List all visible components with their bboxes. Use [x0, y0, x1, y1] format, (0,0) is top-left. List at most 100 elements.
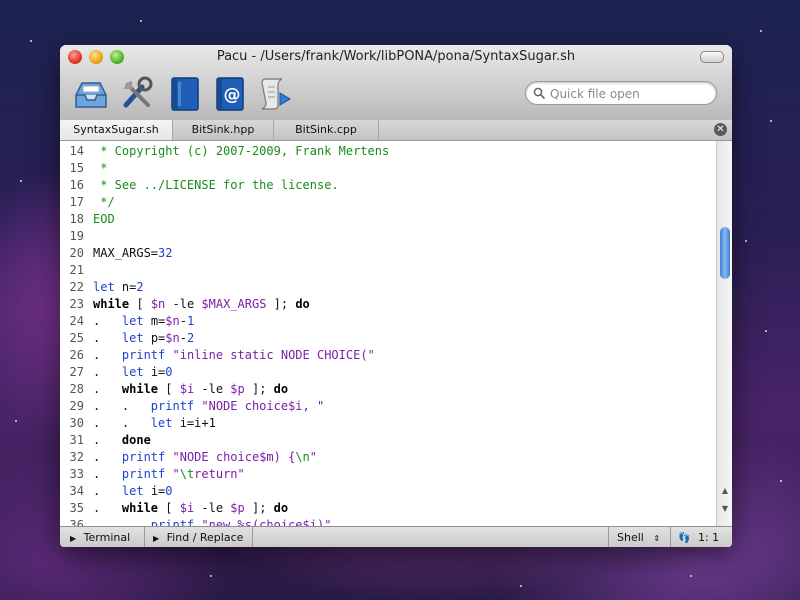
title-bar: Pacu - /Users/frank/Work/libPONA/pona/Sy… — [60, 45, 732, 121]
code-token: -le — [165, 297, 202, 311]
code-token: . — [93, 314, 122, 328]
code-token: \t — [179, 467, 195, 481]
script-run-icon[interactable] — [256, 75, 294, 113]
terminal-label: Terminal — [83, 531, 131, 544]
code-token: . . — [93, 399, 151, 413]
code-text: . let m=$n-1 — [93, 313, 194, 330]
code-token: . . — [93, 416, 151, 430]
tab-syntaxsugar[interactable]: SyntaxSugar.sh — [60, 120, 173, 140]
code-token: "NODE choice — [194, 399, 289, 413]
find-replace-toggle[interactable]: ▶ Find / Replace — [153, 527, 243, 547]
code-token: printf — [121, 467, 166, 481]
star — [30, 40, 32, 42]
code-token: . — [93, 382, 122, 396]
code-token: . . — [93, 518, 151, 526]
line-number: 31 — [69, 433, 84, 447]
status-separator — [608, 527, 609, 547]
code-text: . let i=0 — [93, 364, 173, 381]
line-number: 25 — [69, 331, 84, 345]
code-token: printf — [121, 348, 166, 362]
code-token: $n — [150, 297, 166, 311]
code-token: "new %s(choice — [194, 518, 303, 526]
line-number: 36 — [69, 518, 84, 526]
code-text: * Copyright (c) 2007-2009, Frank Mertens — [93, 143, 389, 160]
code-token: $p — [230, 382, 245, 396]
code-token: . — [93, 365, 122, 379]
cursor-position: 👣 1: 1 — [678, 527, 719, 547]
scroll-down-arrow-icon[interactable]: ▼ — [721, 505, 729, 513]
tab-bar: SyntaxSugar.sh BitSink.hpp BitSink.cpp ✕ — [60, 120, 732, 141]
code-token: [ — [129, 297, 151, 311]
status-separator — [144, 527, 145, 547]
tools-icon[interactable] — [118, 75, 156, 113]
line-number: 19 — [69, 229, 84, 243]
line-number: 17 — [69, 195, 84, 209]
close-tab-icon[interactable]: ✕ — [714, 123, 727, 136]
code-token: -le — [194, 382, 231, 396]
code-token: . — [93, 433, 122, 447]
code-token: do — [295, 297, 310, 311]
cursor-position-label: 1: 1 — [697, 531, 720, 544]
code-token: $i — [288, 399, 303, 413]
code-token: [ — [158, 501, 180, 515]
code-token: $n — [165, 314, 180, 328]
inbox-tray-icon[interactable] — [72, 75, 110, 113]
code-token: . — [93, 501, 122, 515]
select-arrows-icon: ⇕ — [653, 534, 661, 543]
code-token: printf — [121, 450, 166, 464]
code-token: [ — [158, 382, 180, 396]
tab-bitsink-hpp[interactable]: BitSink.hpp — [173, 120, 274, 140]
code-token: 2 — [136, 280, 144, 294]
vertical-scrollbar[interactable]: ▲ ▼ — [716, 141, 732, 526]
code-token: let — [121, 331, 144, 345]
code-token: 1 — [186, 314, 195, 328]
toolbar-toggle-button[interactable] — [700, 51, 724, 63]
star — [745, 240, 747, 242]
code-text: * See ../LICENSE for the license. — [93, 177, 338, 194]
search-icon — [533, 87, 545, 99]
code-text: . let i=0 — [93, 483, 173, 500]
line-number: 16 — [69, 178, 84, 192]
tab-bitsink-cpp[interactable]: BitSink.cpp — [274, 120, 379, 140]
star — [20, 180, 22, 182]
code-token: . — [93, 467, 122, 481]
line-number: 15 — [69, 161, 84, 175]
code-token: "NODE choice — [165, 450, 260, 464]
code-token: printf — [150, 518, 195, 526]
code-token: 0 — [165, 365, 173, 379]
star — [15, 420, 17, 422]
code-text: . done — [93, 432, 151, 449]
code-token: . — [93, 348, 122, 362]
code-token: i=i+1 — [172, 416, 216, 430]
code-token: ) { — [273, 450, 296, 464]
code-token: $p — [230, 501, 245, 515]
quick-file-open-input[interactable] — [548, 85, 712, 103]
code-token: return" — [194, 467, 245, 481]
line-number: 29 — [69, 399, 84, 413]
find-replace-label: Find / Replace — [166, 531, 244, 544]
code-token: $MAX_ARGS — [201, 297, 267, 311]
svg-text:@: @ — [224, 85, 241, 105]
line-number: 18 — [69, 212, 84, 226]
code-token: do — [273, 382, 289, 396]
code-text: while [ $n -le $MAX_ARGS ]; do — [93, 296, 310, 313]
code-token: " — [309, 450, 318, 464]
language-select[interactable]: Shell ⇕ — [617, 527, 660, 547]
code-token: while — [93, 297, 130, 311]
star — [520, 585, 522, 587]
code-text: . . printf "new %s(choice$i)" — [93, 517, 331, 526]
code-token: ]; — [266, 297, 296, 311]
code-token: */ — [93, 195, 115, 209]
line-number: 24 — [69, 314, 84, 328]
code-editor[interactable]: 14 * Copyright (c) 2007-2009, Frank Mert… — [60, 141, 716, 526]
book-icon[interactable] — [166, 75, 204, 113]
quick-open-search — [525, 81, 717, 105]
scroll-up-arrow-icon[interactable]: ▲ — [721, 487, 729, 495]
code-token: let — [93, 280, 115, 294]
terminal-toggle[interactable]: ▶ Terminal — [70, 527, 130, 547]
code-token: ]; — [244, 501, 274, 515]
address-book-icon[interactable]: @ — [211, 75, 249, 113]
code-token: $n — [165, 331, 180, 345]
line-number: 23 — [69, 297, 84, 311]
scrollbar-thumb[interactable] — [720, 227, 730, 279]
